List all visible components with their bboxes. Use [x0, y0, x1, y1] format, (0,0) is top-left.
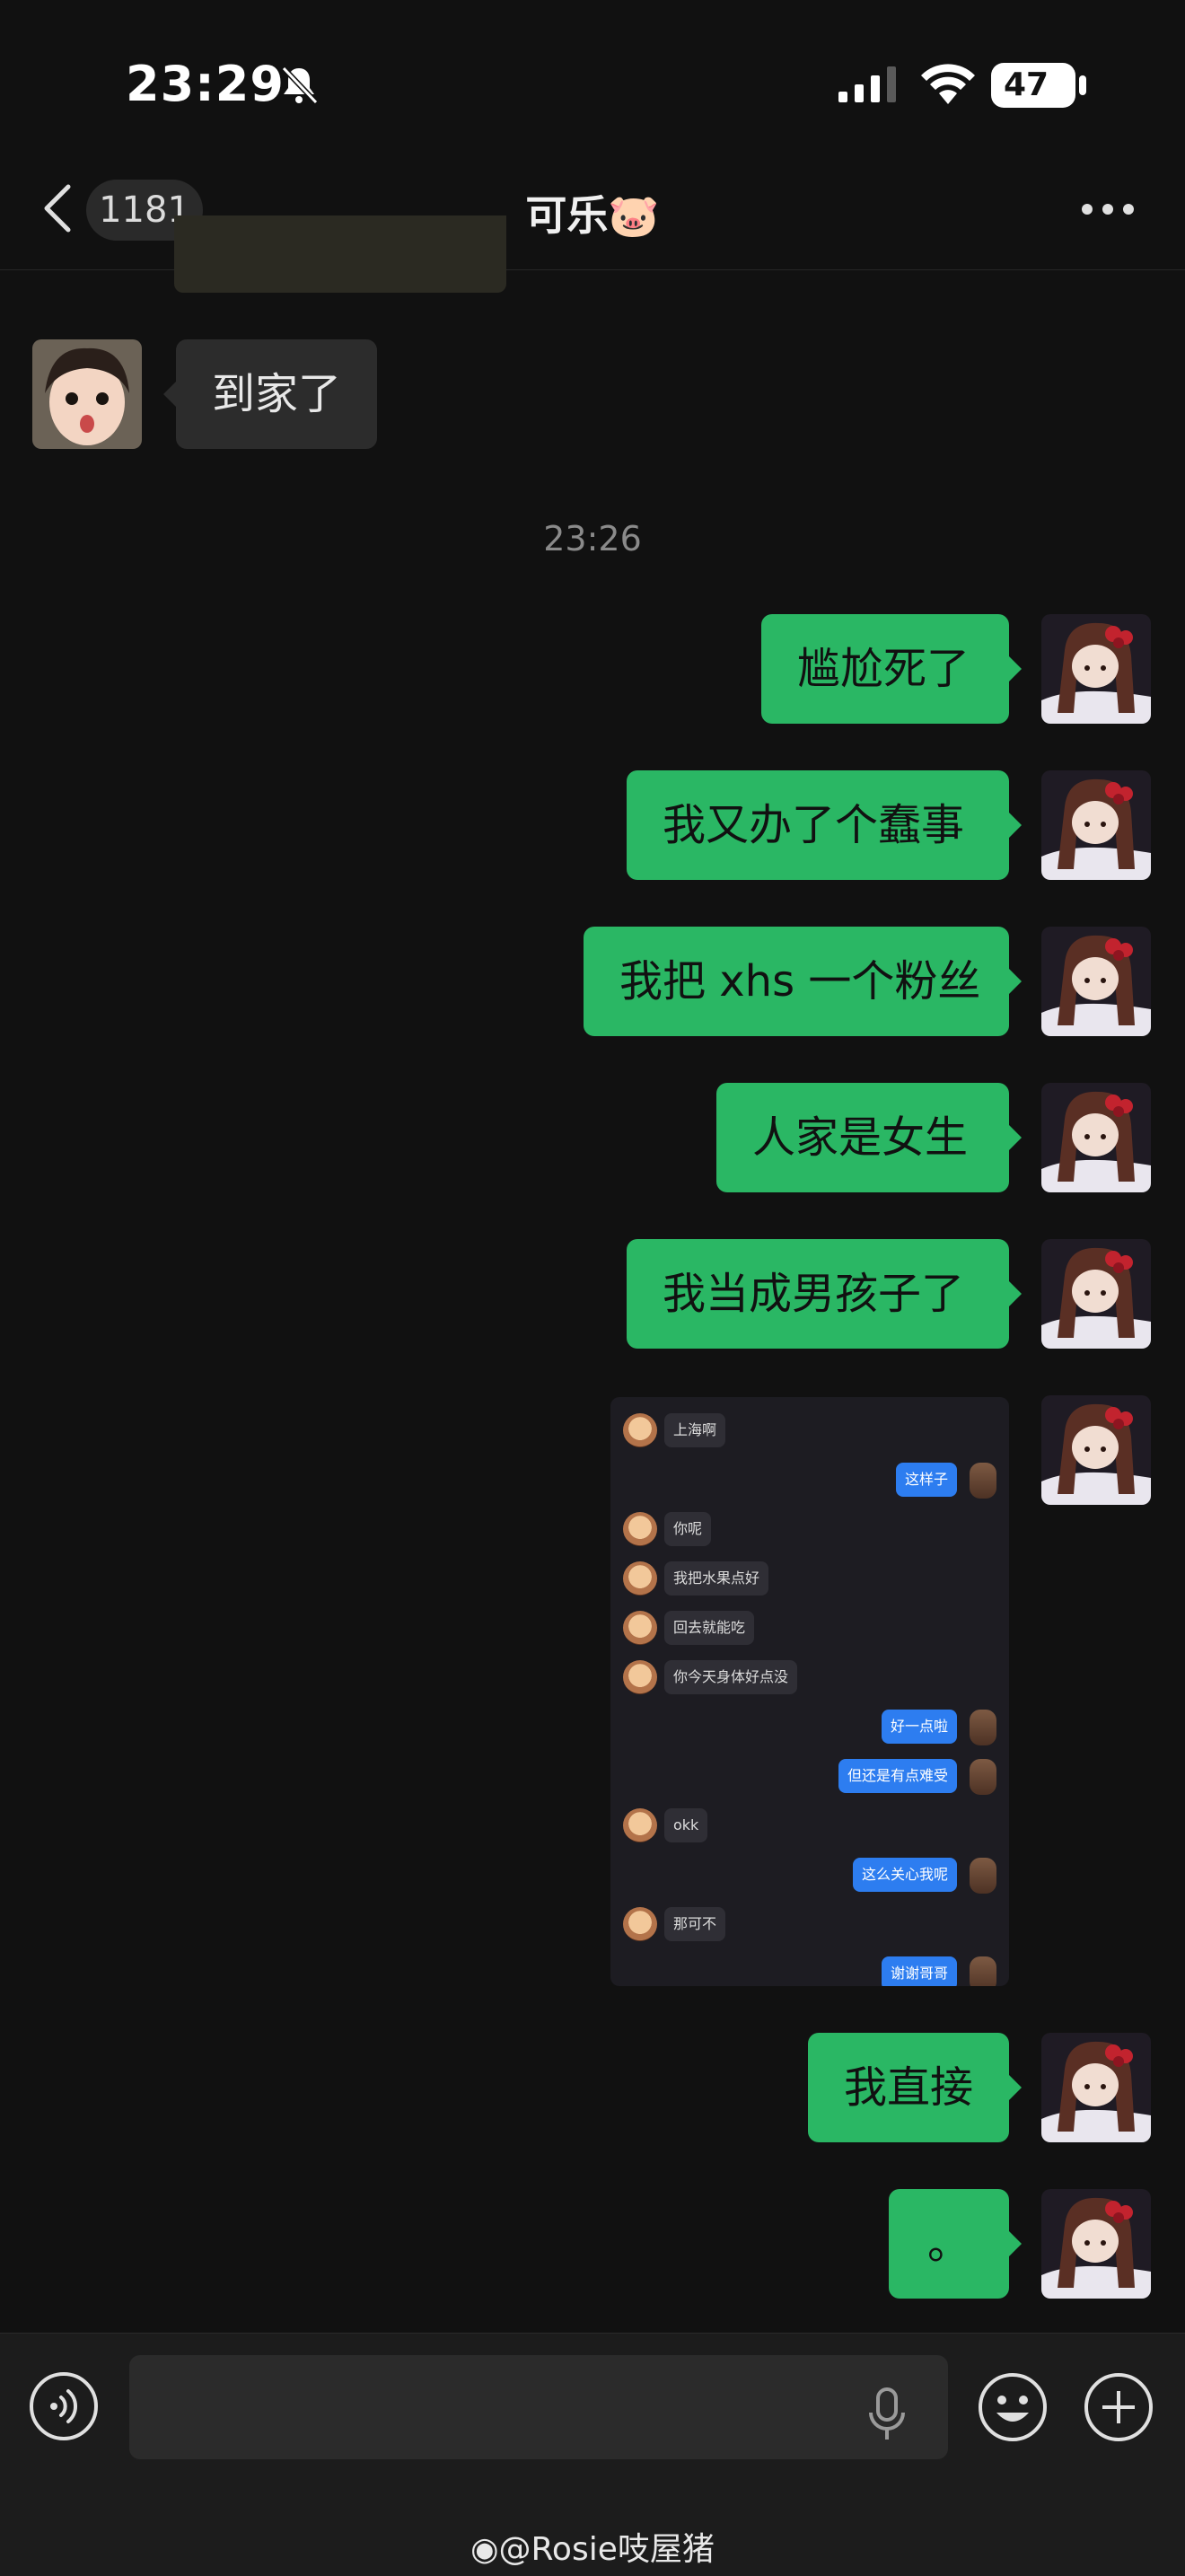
embedded-message-left: 你呢: [610, 1508, 1009, 1552]
embedded-avatar: [623, 1907, 657, 1941]
status-time: 23:29: [126, 56, 285, 112]
embedded-message-left: 你今天身体好点没: [610, 1657, 1009, 1700]
embedded-message-right: 这么关心我呢: [610, 1854, 1009, 1897]
embedded-avatar: [623, 1660, 657, 1694]
self-avatar-image: [1041, 2189, 1151, 2299]
embedded-avatar: [623, 1808, 657, 1842]
incoming-message-bubble[interactable]: 到家了: [162, 339, 378, 449]
self-avatar[interactable]: [1041, 2189, 1151, 2299]
self-avatar-image: [1041, 770, 1151, 880]
battery-level: 47: [1003, 66, 1049, 103]
embedded-bubble: 你呢: [664, 1512, 712, 1546]
embedded-message-right: 谢谢哥哥: [610, 1953, 1009, 1986]
embedded-bubble: 回去就能吃: [664, 1611, 755, 1645]
contact-avatar-image: [32, 339, 142, 449]
embedded-message-left: 那可不: [610, 1903, 1009, 1947]
plus-icon[interactable]: [1083, 2371, 1154, 2443]
embedded-message-left: okk: [610, 1805, 1009, 1848]
message-text-field[interactable]: [129, 2355, 948, 2459]
outgoing-message-bubble[interactable]: 我又办了个蠢事: [627, 770, 1022, 880]
embedded-avatar: [970, 1956, 996, 1986]
message-timestamp: 23:26: [543, 519, 642, 558]
self-avatar[interactable]: [1041, 1239, 1151, 1349]
embedded-message-right: 但还是有点难受: [610, 1755, 1009, 1798]
outgoing-message-bubble[interactable]: 人家是女生: [716, 1083, 1022, 1192]
embedded-message-right: 好一点啦: [610, 1706, 1009, 1749]
embedded-avatar: [970, 1463, 996, 1499]
emoji-icon[interactable]: [977, 2371, 1049, 2443]
watermark-text: @Rosie吱屋猪: [498, 2531, 715, 2568]
embedded-avatar: [970, 1710, 996, 1745]
embedded-bubble: 谢谢哥哥: [881, 1956, 957, 1986]
embedded-bubble: 上海啊: [664, 1413, 726, 1447]
wifi-icon: [921, 64, 975, 104]
self-avatar[interactable]: [1041, 1083, 1151, 1192]
voice-input-icon[interactable]: [29, 2371, 99, 2441]
embedded-message-left: 回去就能吃: [610, 1607, 1009, 1650]
self-avatar-image: [1041, 1239, 1151, 1349]
embedded-bubble: 但还是有点难受: [838, 1759, 957, 1793]
battery-icon: 47: [991, 63, 1075, 108]
outgoing-message-bubble[interactable]: 我直接: [808, 2033, 1022, 2142]
self-avatar-image: [1041, 1083, 1151, 1192]
embedded-avatar: [623, 1561, 657, 1596]
cellular-signal-icon: [838, 66, 896, 102]
embedded-bubble: okk: [664, 1808, 708, 1842]
embedded-bubble: 那可不: [664, 1907, 726, 1941]
self-avatar-image: [1041, 2033, 1151, 2142]
battery-cap: [1079, 75, 1086, 95]
outgoing-message-bubble[interactable]: 尴尬死了: [761, 614, 1022, 724]
embedded-avatar: [623, 1512, 657, 1546]
self-avatar[interactable]: [1041, 2033, 1151, 2142]
self-avatar-image: [1041, 927, 1151, 1036]
previous-image-message[interactable]: [174, 215, 506, 293]
self-avatar-image: [1041, 614, 1151, 724]
embedded-bubble: 这样子: [895, 1463, 957, 1497]
embedded-bubble: 你今天身体好点没: [664, 1660, 798, 1694]
self-avatar[interactable]: [1041, 927, 1151, 1036]
embedded-avatar: [970, 1759, 996, 1795]
embedded-message-left: 上海啊: [610, 1410, 1009, 1453]
weibo-logo-icon: ◉: [470, 2531, 499, 2568]
outgoing-message-bubble[interactable]: 。: [889, 2189, 1022, 2299]
embedded-avatar: [623, 1611, 657, 1645]
embedded-screenshot-image[interactable]: 上海啊 这样子 你呢 我把水果点好 回去就能吃 你今天身体好点没 好一点啦 但还…: [610, 1397, 1009, 1986]
embedded-avatar: [623, 1413, 657, 1447]
self-avatar-image: [1041, 1395, 1151, 1505]
self-avatar[interactable]: [1041, 1395, 1151, 1505]
self-avatar[interactable]: [1041, 770, 1151, 880]
microphone-icon[interactable]: [867, 2387, 907, 2441]
weibo-watermark: ◉@Rosie吱屋猪: [0, 2523, 1185, 2570]
more-options-icon[interactable]: [1081, 203, 1135, 215]
embedded-bubble: 这么关心我呢: [852, 1858, 957, 1892]
outgoing-message-bubble[interactable]: 我把 xhs 一个粉丝: [584, 927, 1022, 1036]
embedded-message-left: 我把水果点好: [610, 1558, 1009, 1601]
bell-muted-icon: [281, 66, 319, 105]
contact-avatar[interactable]: [32, 339, 142, 449]
self-avatar[interactable]: [1041, 614, 1151, 724]
embedded-message-right: 这样子: [610, 1459, 1009, 1502]
status-bar: 23:29 47: [0, 0, 1185, 162]
embedded-avatar: [970, 1858, 996, 1894]
outgoing-message-bubble[interactable]: 我当成男孩子了: [627, 1239, 1022, 1349]
embedded-bubble: 我把水果点好: [664, 1561, 769, 1596]
embedded-bubble: 好一点啦: [881, 1710, 957, 1744]
